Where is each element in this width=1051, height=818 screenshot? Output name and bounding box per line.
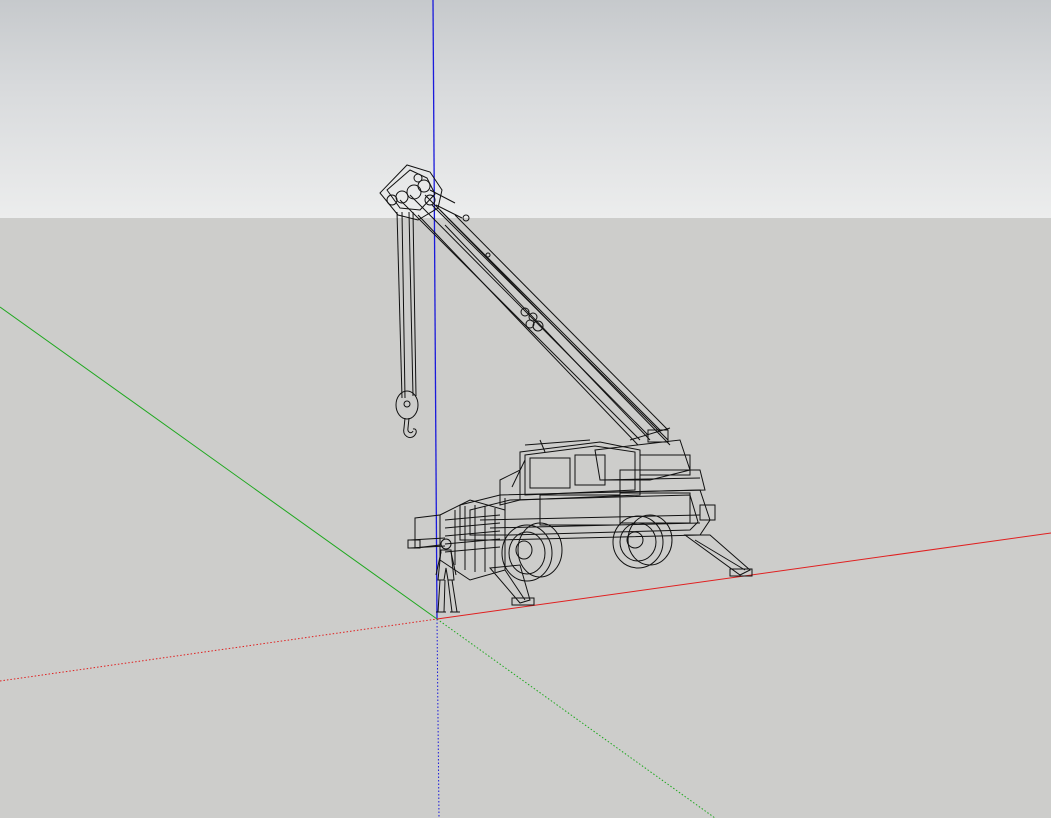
boom-head[interactable] (379, 164, 463, 221)
green-axis-positive (0, 306, 438, 620)
crane-boom[interactable] (399, 194, 671, 446)
crane-hook[interactable] (395, 390, 419, 439)
front-wheel[interactable] (501, 522, 563, 582)
blue-axis-negative (436, 618, 440, 818)
outrigger-rear-right[interactable] (683, 504, 753, 577)
hoist-rope[interactable] (396, 211, 417, 399)
outrigger-front-left[interactable] (407, 514, 446, 549)
outrigger-front-right[interactable] (488, 564, 535, 606)
green-axis-negative (436, 618, 716, 818)
blue-axis-positive (432, 0, 438, 620)
truck-chassis[interactable] (459, 459, 711, 541)
sketchup-viewport[interactable] (0, 0, 1051, 818)
model-canvas[interactable] (0, 0, 1051, 818)
red-axis-negative (0, 618, 438, 682)
crane-cab[interactable] (519, 427, 706, 501)
drawing-axes (0, 0, 1051, 818)
